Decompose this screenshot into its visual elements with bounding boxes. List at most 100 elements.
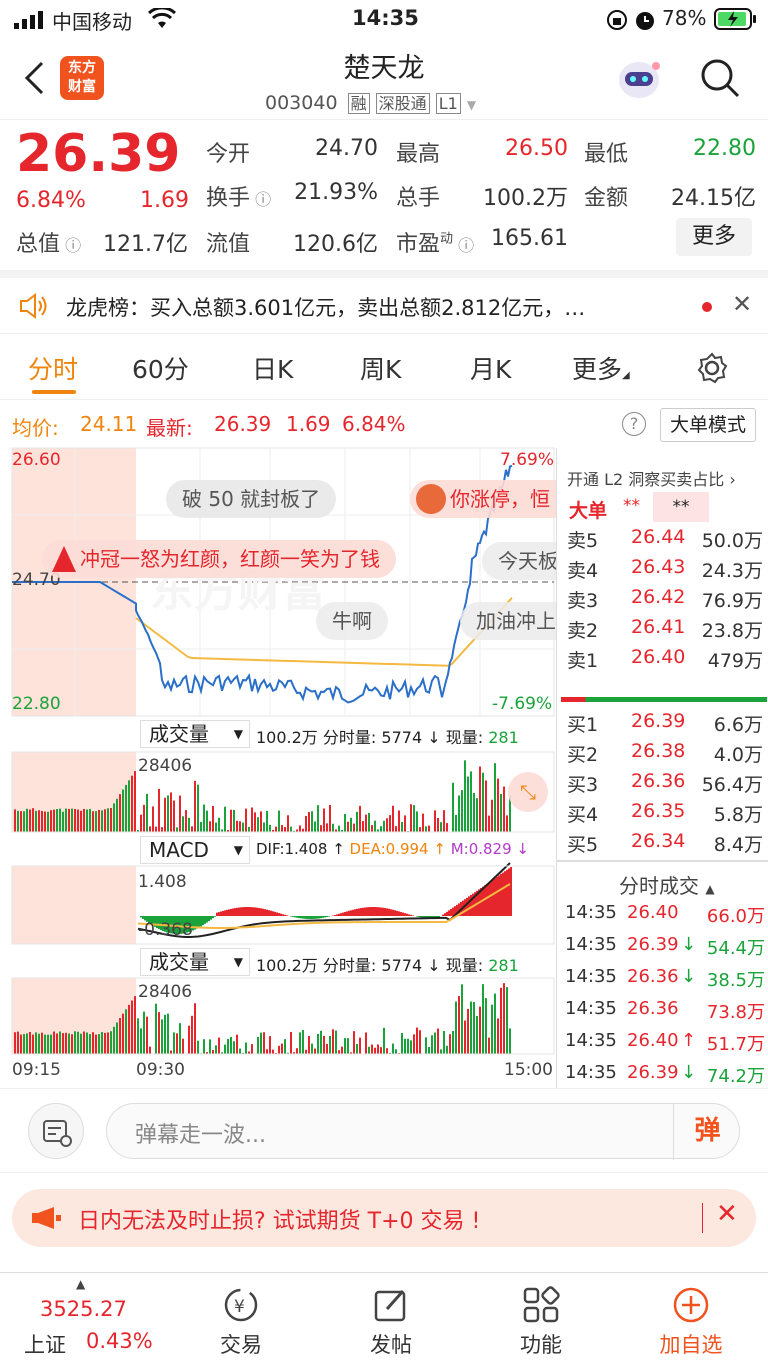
signal-icon <box>14 10 48 34</box>
volume-bar <box>296 1048 298 1054</box>
volume-bar <box>134 771 136 832</box>
tab-day-k[interactable]: 日K <box>252 350 293 386</box>
pe-label: 市盈动 ⓘ <box>396 226 474 258</box>
volume-bar <box>308 1036 310 1054</box>
macd-bar <box>392 910 394 916</box>
ask-volume: 76.9万 <box>702 586 763 613</box>
expand-icon[interactable]: ⤡ <box>508 772 548 812</box>
notice-bar[interactable]: 龙虎榜：买入总额3.601亿元，卖出总额2.812亿元，… ✕ <box>0 270 768 334</box>
volume-bar <box>224 1045 226 1054</box>
bid-price: 26.38 <box>631 740 685 762</box>
ticks-header[interactable]: 分时成交 ▲ <box>619 870 715 899</box>
macd-bar <box>232 908 234 916</box>
ask-row[interactable]: 卖126.40479万 <box>567 646 763 676</box>
volume-bar <box>320 825 322 832</box>
volume-bar <box>26 809 28 832</box>
tab-intraday[interactable]: 分时 <box>28 350 78 386</box>
tick-row: 14:3526.4066.0万 <box>565 902 765 932</box>
ask-row[interactable]: 卖226.4123.8万 <box>567 616 763 646</box>
macd-bar <box>374 907 376 916</box>
l2-upsell-link[interactable]: 开通 L2 洞察买卖占比 › <box>567 466 736 490</box>
ask-row[interactable]: 卖526.4450.0万 <box>567 526 763 556</box>
volume-bar <box>215 1045 217 1054</box>
tick-volume: 66.0万 <box>707 902 765 928</box>
volume-bar <box>371 1044 373 1054</box>
tab-more[interactable]: 更多◢ <box>572 350 630 386</box>
bid-price: 26.36 <box>631 770 685 792</box>
help-icon[interactable]: ? <box>622 412 646 436</box>
volume-bar <box>398 811 400 832</box>
volume-bar <box>476 1016 478 1054</box>
bid-row[interactable]: 买326.3656.4万 <box>567 770 763 800</box>
ask-level: 卖4 <box>567 556 598 583</box>
dropdown-icon[interactable]: ▼ <box>467 98 476 112</box>
big-order-mode-button[interactable]: 大单模式 <box>660 408 756 442</box>
volume-value: 100.2万 <box>470 180 568 212</box>
tick-arrow: ↓ <box>681 934 696 955</box>
volume-bar <box>491 800 493 832</box>
indicator-select-macd[interactable]: MACD▼ <box>140 836 250 864</box>
volume-bar <box>137 1018 139 1054</box>
macd-bar <box>224 910 226 916</box>
tab-month-k[interactable]: 月K <box>470 350 511 386</box>
volume-bar <box>269 825 271 832</box>
volume-bar <box>35 1032 37 1054</box>
volume-bar <box>107 1032 109 1054</box>
volume-bar <box>314 1049 316 1054</box>
volume-bar <box>347 822 349 832</box>
float-cap-value: 120.6亿 <box>280 226 378 258</box>
volume-bar <box>101 810 103 832</box>
info-icon: ⓘ <box>60 236 81 255</box>
macd-bar <box>502 873 504 916</box>
send-danmu-button[interactable]: 弹 <box>673 1104 741 1160</box>
volume-bar <box>353 1031 355 1054</box>
close-icon[interactable]: ✕ <box>732 290 752 318</box>
bid-level: 买1 <box>567 710 598 737</box>
ad-close-icon[interactable]: ✕ <box>716 1199 738 1229</box>
indicator-select-volume[interactable]: 成交量▼ <box>140 720 250 748</box>
change-amount: 1.69 <box>140 188 189 213</box>
danmu-input[interactable]: 弹幕走一波... 弹 <box>106 1103 740 1159</box>
bid-row[interactable]: 买126.396.6万 <box>567 710 763 740</box>
ask-row[interactable]: 卖426.4324.3万 <box>567 556 763 586</box>
ask-row[interactable]: 卖326.4276.9万 <box>567 586 763 616</box>
index-quote[interactable]: ▲ 3525.27 上证 0.43% <box>0 1273 168 1367</box>
nav-add-watchlist[interactable]: 加自选 <box>616 1273 766 1367</box>
volume-bar <box>92 1032 94 1054</box>
volume-bar <box>413 805 415 832</box>
macd-bar <box>348 911 350 916</box>
bid-row[interactable]: 买526.348.4万 <box>567 830 763 860</box>
volume-bar <box>44 812 46 832</box>
search-icon[interactable] <box>700 58 740 102</box>
indicator-select-volume-2[interactable]: 成交量▼ <box>140 948 250 976</box>
nav-trade[interactable]: ¥ 交易 <box>166 1273 316 1367</box>
y-bottom-label: 22.80 <box>12 694 61 714</box>
volume-bar <box>323 808 325 832</box>
bid-row[interactable]: 买226.384.0万 <box>567 740 763 770</box>
volume-bar <box>488 816 490 832</box>
volume-bar <box>440 1049 442 1054</box>
nav-functions[interactable]: 功能 <box>466 1273 616 1367</box>
ask-price: 26.41 <box>631 616 685 638</box>
volume-bar <box>32 1035 34 1054</box>
ask-volume: 479万 <box>708 646 763 673</box>
volume-bar <box>146 794 148 832</box>
nav-post[interactable]: 发帖 <box>316 1273 466 1367</box>
volume-max-label-2: 28406 <box>138 982 192 1002</box>
volume-info-1: 100.2万 分时量: 5774 ↓ 现量: 281 <box>256 724 519 748</box>
ad-banner[interactable]: 日内无法及时止损? 试试期货 T+0 交易 ! ✕ <box>0 1172 768 1272</box>
volume-bar <box>20 1035 22 1054</box>
more-button[interactable]: 更多 <box>676 218 752 256</box>
volume-bar <box>209 821 211 832</box>
danmu-settings-icon[interactable] <box>28 1103 84 1159</box>
tick-time: 14:35 <box>565 1030 617 1051</box>
macd-bar <box>444 913 446 916</box>
bid-row[interactable]: 买426.355.8万 <box>567 800 763 830</box>
robot-assistant-icon[interactable] <box>614 54 664 104</box>
bid-volume: 56.4万 <box>702 770 763 797</box>
tab-60min[interactable]: 60分 <box>132 350 189 386</box>
macd-bar <box>342 913 344 916</box>
settings-gear-icon[interactable] <box>696 352 728 388</box>
bid-level: 买4 <box>567 800 598 827</box>
tab-week-k[interactable]: 周K <box>360 350 401 386</box>
